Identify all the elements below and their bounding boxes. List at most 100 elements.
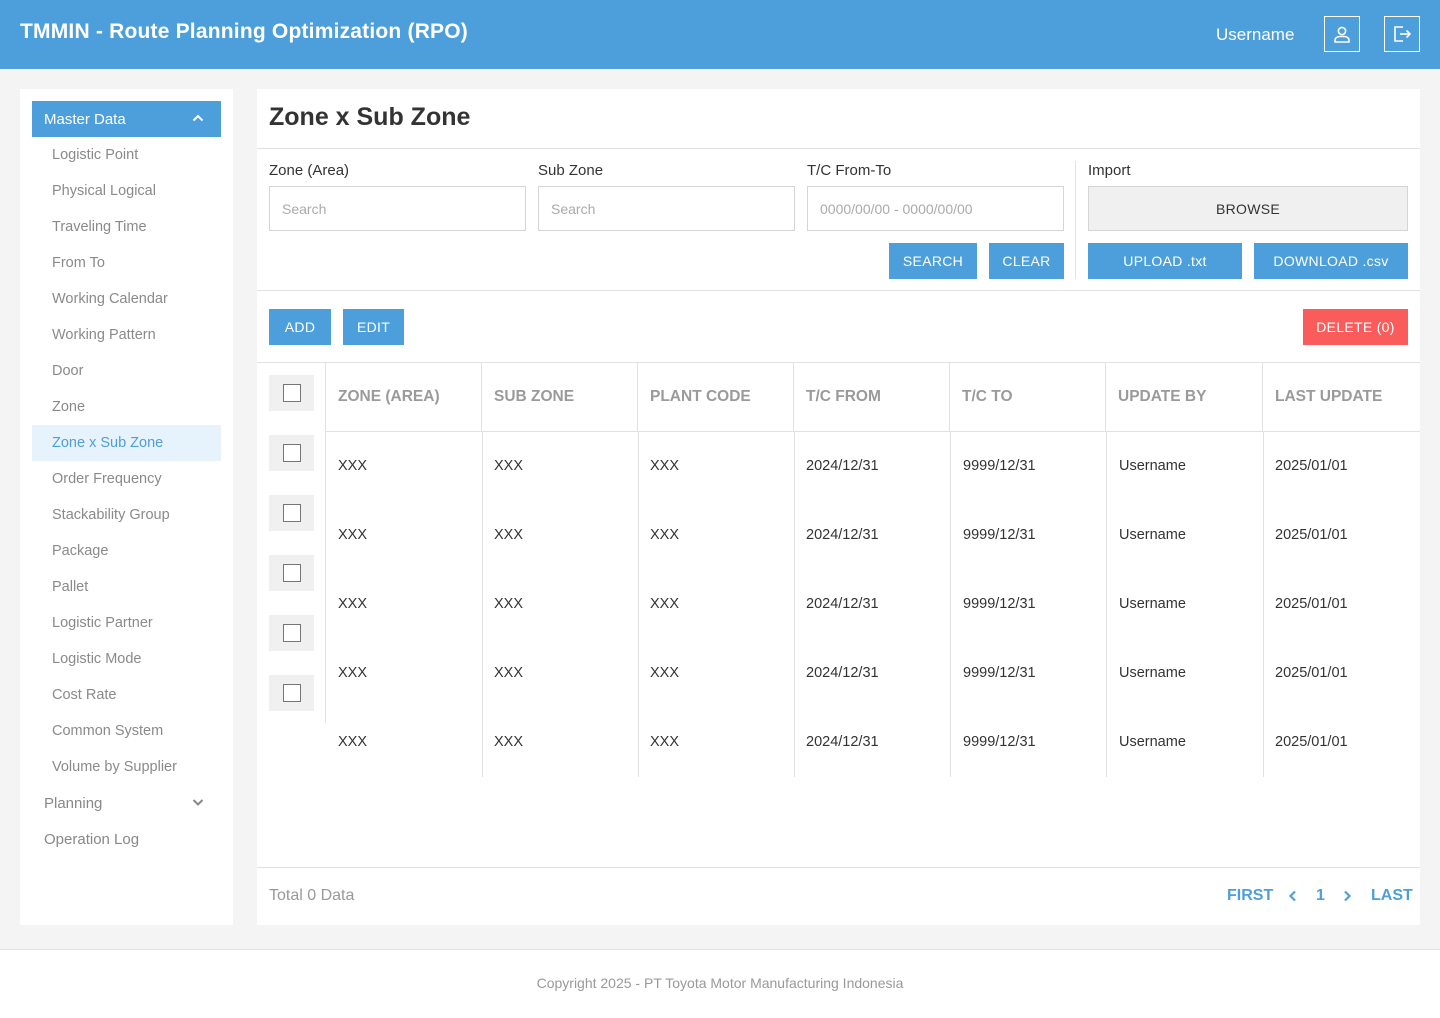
cell-tc-to: 9999/12/31: [963, 665, 1036, 681]
column-divider: [638, 432, 639, 777]
column-header-tc-to[interactable]: T/C TO: [950, 363, 1106, 431]
edit-button[interactable]: EDIT: [343, 309, 404, 345]
row-checkbox[interactable]: [269, 555, 314, 591]
sidebar-item-volume-by-supplier[interactable]: Volume by Supplier: [32, 749, 221, 785]
cell-update-by: Username: [1119, 527, 1186, 543]
sidebar-item-common-system[interactable]: Common System: [32, 713, 221, 749]
select-all-checkbox[interactable]: [269, 375, 314, 411]
column-header-sub-zone[interactable]: SUB ZONE: [482, 363, 638, 431]
sidebar-item-zone-x-sub-zone[interactable]: Zone x Sub Zone: [32, 425, 221, 461]
sidebar-item-operation-log[interactable]: Operation Log: [32, 821, 221, 857]
sub-zone-search-input[interactable]: [538, 186, 795, 231]
pagination-next[interactable]: [1340, 889, 1354, 908]
cell-zone-area: XXX: [338, 665, 368, 681]
pagination-current-page[interactable]: 1: [1316, 887, 1325, 905]
sidebar-group-master-data[interactable]: Master Data: [32, 101, 221, 137]
column-header-last-update[interactable]: LAST UPDATE: [1263, 363, 1420, 431]
cell-last-update: 2025/01/01: [1275, 734, 1348, 750]
app-title: TMMIN - Route Planning Optimization (RPO…: [20, 20, 468, 43]
column-header-plant-code[interactable]: PLANT CODE: [638, 363, 794, 431]
tc-from-to-label: T/C From-To: [807, 162, 892, 179]
sidebar-group-label: Master Data: [44, 110, 126, 128]
sidebar-item-zone[interactable]: Zone: [32, 389, 221, 425]
sidebar-item-working-pattern[interactable]: Working Pattern: [32, 317, 221, 353]
upload-txt-button[interactable]: UPLOAD .txt: [1088, 243, 1242, 279]
cell-tc-to: 9999/12/31: [963, 734, 1036, 750]
cell-zone-area: XXX: [338, 458, 368, 474]
sidebar-item-door[interactable]: Door: [32, 353, 221, 389]
cell-last-update: 2025/01/01: [1275, 665, 1348, 681]
cell-tc-from: 2024/12/31: [806, 665, 879, 681]
chevron-up-icon: [192, 114, 204, 122]
sidebar: Master Data Logistic Point Physical Logi…: [20, 89, 233, 925]
download-csv-button[interactable]: DOWNLOAD .csv: [1254, 243, 1408, 279]
sidebar-item-from-to[interactable]: From To: [32, 245, 221, 281]
cell-tc-from: 2024/12/31: [806, 596, 879, 612]
sidebar-group-label: Planning: [44, 794, 103, 812]
cell-tc-from: 2024/12/31: [806, 458, 879, 474]
cell-plant-code: XXX: [650, 596, 680, 612]
column-divider: [950, 432, 951, 777]
sidebar-item-working-calendar[interactable]: Working Calendar: [32, 281, 221, 317]
chevron-down-icon: [192, 799, 204, 806]
add-button[interactable]: ADD: [269, 309, 331, 345]
cell-tc-from: 2024/12/31: [806, 734, 879, 750]
sidebar-item-package[interactable]: Package: [32, 533, 221, 569]
chevron-right-icon: [1344, 890, 1352, 902]
cell-update-by: Username: [1119, 458, 1186, 474]
logout-button[interactable]: [1384, 16, 1420, 52]
cell-plant-code: XXX: [650, 665, 680, 681]
cell-tc-to: 9999/12/31: [963, 596, 1036, 612]
cell-plant-code: XXX: [650, 458, 680, 474]
user-profile-button[interactable]: [1324, 16, 1360, 52]
sidebar-item-logistic-point[interactable]: Logistic Point: [32, 137, 221, 173]
column-divider: [1106, 432, 1107, 777]
sidebar-item-pallet[interactable]: Pallet: [32, 569, 221, 605]
cell-last-update: 2025/01/01: [1275, 458, 1348, 474]
sidebar-item-order-frequency[interactable]: Order Frequency: [32, 461, 221, 497]
main-panel: Zone x Sub Zone Zone (Area) Sub Zone T/C…: [257, 89, 1420, 925]
chevron-left-icon: [1288, 890, 1296, 902]
cell-sub-zone: XXX: [494, 458, 524, 474]
column-header-zone-area[interactable]: ZONE (AREA): [326, 363, 482, 431]
pagination-last[interactable]: LAST: [1371, 887, 1413, 905]
browse-button[interactable]: BROWSE: [1088, 186, 1408, 231]
row-checkbox[interactable]: [269, 615, 314, 651]
cell-tc-to: 9999/12/31: [963, 458, 1036, 474]
sub-zone-label: Sub Zone: [538, 162, 604, 179]
sidebar-item-logistic-partner[interactable]: Logistic Partner: [32, 605, 221, 641]
logout-icon: [1394, 26, 1412, 42]
sidebar-group-planning[interactable]: Planning: [32, 785, 221, 821]
column-header-update-by[interactable]: UPDATE BY: [1106, 363, 1263, 431]
search-button[interactable]: SEARCH: [889, 243, 977, 279]
user-icon: [1334, 26, 1350, 43]
sidebar-item-physical-logical[interactable]: Physical Logical: [32, 173, 221, 209]
zone-area-label: Zone (Area): [269, 162, 350, 179]
table-header-divider: [326, 431, 1420, 432]
clear-button[interactable]: CLEAR: [989, 243, 1064, 279]
delete-button[interactable]: DELETE (0): [1303, 309, 1408, 345]
zone-area-search-input[interactable]: [269, 186, 526, 231]
pagination-first[interactable]: FIRST: [1227, 887, 1273, 905]
cell-sub-zone: XXX: [494, 734, 524, 750]
cell-tc-from: 2024/12/31: [806, 527, 879, 543]
row-checkbox[interactable]: [269, 675, 314, 711]
table-bottom-divider: [257, 867, 1420, 868]
cell-plant-code: XXX: [650, 527, 680, 543]
cell-update-by: Username: [1119, 596, 1186, 612]
column-header-tc-from[interactable]: T/C FROM: [794, 363, 950, 431]
sidebar-item-cost-rate[interactable]: Cost Rate: [32, 677, 221, 713]
cell-update-by: Username: [1119, 665, 1186, 681]
header-username: Username: [1216, 25, 1295, 44]
sidebar-item-stackability-group[interactable]: Stackability Group: [32, 497, 221, 533]
row-checkbox[interactable]: [269, 435, 314, 471]
divider: [257, 290, 1420, 291]
sidebar-item-traveling-time[interactable]: Traveling Time: [32, 209, 221, 245]
cell-sub-zone: XXX: [494, 665, 524, 681]
tc-date-range-input[interactable]: [807, 186, 1064, 231]
filter-divider: [1075, 161, 1076, 279]
pagination-prev[interactable]: [1286, 889, 1300, 908]
page-title: Zone x Sub Zone: [269, 103, 471, 131]
row-checkbox[interactable]: [269, 495, 314, 531]
sidebar-item-logistic-mode[interactable]: Logistic Mode: [32, 641, 221, 677]
